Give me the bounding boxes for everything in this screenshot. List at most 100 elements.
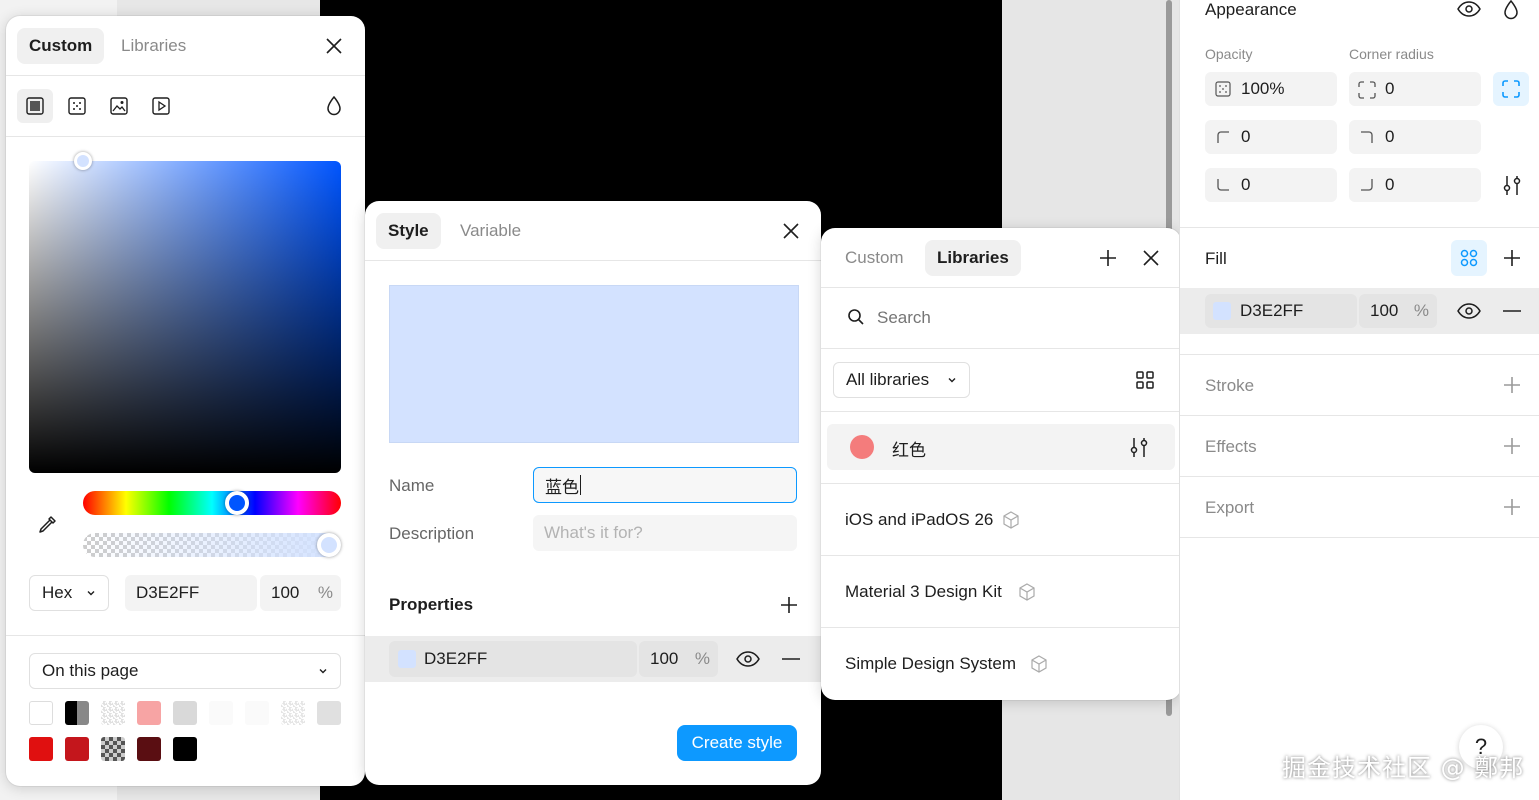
video-fill-icon[interactable]: [148, 89, 174, 123]
independent-corners-icon[interactable]: [1493, 72, 1529, 106]
swatch-dark-checker[interactable]: [101, 737, 125, 761]
gradient-fill-icon[interactable]: [64, 89, 90, 123]
canvas-scrollbar[interactable]: [1166, 0, 1172, 235]
eyedropper-icon[interactable]: [34, 512, 60, 538]
swatch-blank-2[interactable]: [245, 701, 269, 725]
solid-fill-icon[interactable]: [17, 89, 53, 123]
alpha-slider-handle[interactable]: [317, 533, 341, 557]
corner-bottom-left-icon: [1217, 179, 1229, 191]
corner-radius-icon: [1358, 81, 1376, 99]
corner-top-right-field[interactable]: 0: [1349, 120, 1481, 154]
hex-input[interactable]: D3E2FF: [125, 575, 257, 611]
remove-fill-icon[interactable]: [779, 647, 803, 671]
corner-value: 0: [1385, 127, 1395, 146]
tab-libraries[interactable]: Libraries: [925, 240, 1021, 276]
tab-libraries[interactable]: Libraries: [109, 28, 198, 64]
eye-icon[interactable]: [735, 647, 761, 671]
watermark: 掘金技术社区 @ 鄭邦: [1282, 754, 1525, 782]
fill-hex-value: D3E2FF: [1240, 301, 1304, 320]
corner-bottom-right-field[interactable]: 0: [1349, 168, 1481, 202]
eye-icon[interactable]: [1456, 299, 1482, 323]
description-placeholder: What's it for?: [544, 523, 643, 542]
name-label: Name: [389, 476, 435, 495]
close-icon[interactable]: [779, 219, 803, 243]
swatch-black[interactable]: [173, 737, 197, 761]
swatch-dark-red[interactable]: [65, 737, 89, 761]
percent-sign: %: [1413, 301, 1429, 320]
search-input[interactable]: [877, 304, 1157, 332]
adjust-icon[interactable]: [1127, 435, 1151, 459]
description-label: Description: [389, 524, 475, 543]
eye-icon[interactable]: [1456, 0, 1482, 18]
style-name-input[interactable]: 蓝色: [533, 467, 797, 503]
library-item[interactable]: Material 3 Design Kit: [821, 556, 1181, 627]
fill-row[interactable]: D3E2FF 100 %: [1180, 288, 1539, 334]
close-icon[interactable]: [322, 34, 346, 58]
swatch-scope-select[interactable]: On this page: [29, 653, 341, 689]
add-property-icon[interactable]: [777, 593, 801, 617]
corner-value: 0: [1385, 175, 1395, 194]
corner-radius-field[interactable]: 0: [1349, 72, 1481, 106]
style-item-red[interactable]: 红色: [827, 424, 1175, 470]
swatch-maroon[interactable]: [137, 737, 161, 761]
tab-custom[interactable]: Custom: [833, 240, 916, 276]
remove-fill-icon[interactable]: [1500, 299, 1524, 323]
saturation-value-area[interactable]: [29, 161, 341, 473]
fill-opacity-field[interactable]: 100 %: [639, 641, 718, 677]
swatch-scope-label: On this page: [42, 661, 139, 680]
add-fill-icon[interactable]: [1500, 246, 1524, 270]
add-stroke-icon[interactable]: [1500, 373, 1524, 397]
library-item[interactable]: iOS and iPadOS 26: [821, 484, 1181, 555]
swatch-red[interactable]: [29, 737, 53, 761]
create-style-button[interactable]: Create style: [677, 725, 797, 761]
hue-slider[interactable]: [83, 491, 341, 515]
fill-opacity-field[interactable]: 100 %: [1359, 294, 1437, 328]
swatch-light-gray[interactable]: [173, 701, 197, 725]
property-fill-row[interactable]: D3E2FF 100 %: [365, 636, 821, 682]
add-icon[interactable]: [1096, 246, 1120, 270]
properties-label: Properties: [389, 595, 474, 614]
swatch-transparent[interactable]: [101, 701, 125, 725]
color-format-select[interactable]: Hex: [29, 575, 109, 611]
adjust-icon[interactable]: [1500, 173, 1524, 197]
swatch-white[interactable]: [29, 701, 53, 725]
grid-view-icon[interactable]: [1133, 368, 1157, 392]
fill-hex-field[interactable]: D3E2FF: [389, 641, 637, 677]
swatch-transparent-2[interactable]: [281, 701, 305, 725]
blend-mode-icon[interactable]: [1500, 0, 1522, 20]
hex-value: D3E2FF: [136, 583, 200, 602]
color-area-handle[interactable]: [74, 152, 92, 170]
color-picker-panel: Custom Libraries Hex D3E2FF 100 % On thi…: [6, 16, 365, 786]
fill-color-chip: [398, 650, 416, 668]
corner-top-left-field[interactable]: 0: [1205, 120, 1337, 154]
add-effect-icon[interactable]: [1500, 434, 1524, 458]
library-cube-icon: [1019, 583, 1035, 601]
tab-custom[interactable]: Custom: [17, 28, 105, 64]
blend-mode-icon[interactable]: [322, 93, 346, 119]
swatch-gray[interactable]: [317, 701, 341, 725]
appearance-title: Appearance: [1205, 0, 1297, 19]
corner-bottom-left-field[interactable]: 0: [1205, 168, 1337, 202]
add-export-icon[interactable]: [1500, 495, 1524, 519]
opacity-value: 100%: [1241, 79, 1285, 98]
tab-variable[interactable]: Variable: [448, 213, 533, 249]
hue-slider-handle[interactable]: [225, 491, 249, 515]
style-preview: [389, 285, 799, 443]
opacity-field[interactable]: 100%: [1205, 72, 1337, 106]
alpha-slider[interactable]: [83, 533, 341, 557]
tab-style[interactable]: Style: [376, 213, 441, 249]
library-filter-label: All libraries: [846, 370, 930, 389]
image-fill-icon[interactable]: [106, 89, 132, 123]
swatch-pink[interactable]: [137, 701, 161, 725]
style-grid-icon[interactable]: [1451, 240, 1487, 276]
swatch-blank-1[interactable]: [209, 701, 233, 725]
fill-hex-field[interactable]: D3E2FF: [1205, 294, 1357, 328]
library-filter-select[interactable]: All libraries: [833, 362, 970, 398]
swatch-black-mixed[interactable]: [65, 701, 89, 725]
opacity-input[interactable]: 100 %: [260, 575, 341, 611]
close-icon[interactable]: [1139, 246, 1163, 270]
corner-value: 0: [1241, 175, 1251, 194]
library-item[interactable]: Simple Design System: [821, 628, 1181, 699]
description-input[interactable]: What's it for?: [533, 515, 797, 551]
corner-radius-label: Corner radius: [1349, 46, 1434, 62]
